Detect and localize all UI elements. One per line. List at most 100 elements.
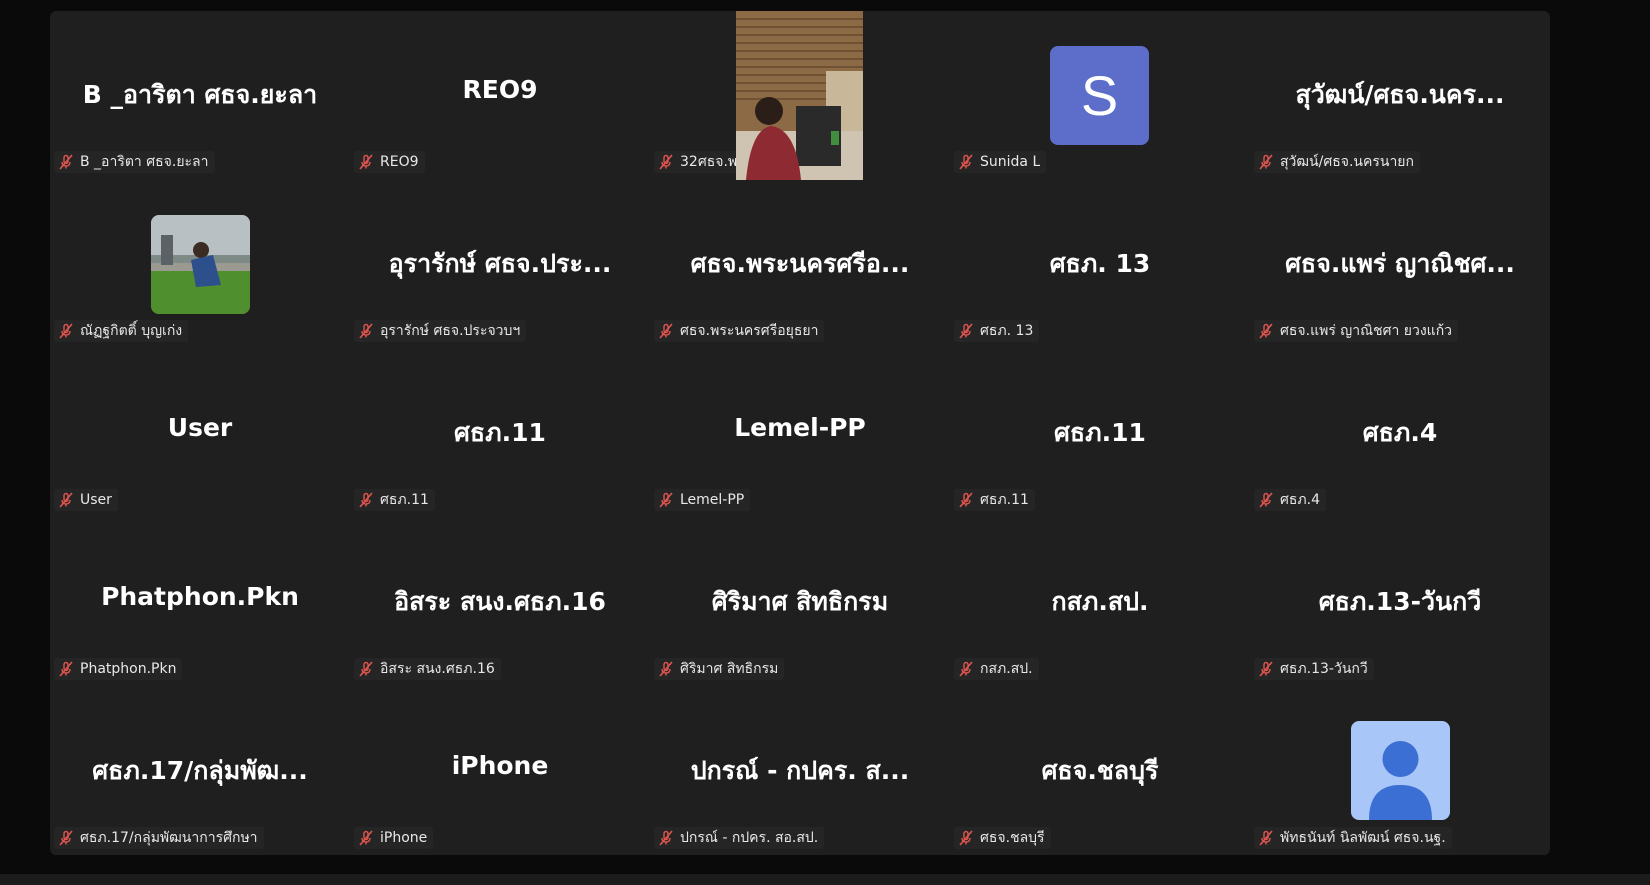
participant-tile[interactable]: สุวัฒน์/ศธจ.นคร... สุวัฒน์/ศธจ.นครนายก xyxy=(1250,11,1550,180)
avatar-initial: S xyxy=(1080,64,1119,127)
participant-name-label: ศธภ.13-วันกวี xyxy=(1280,661,1368,677)
participant-display-name: ศธจ.แพร่ ญาณิชศ... xyxy=(1285,249,1515,278)
participant-name-label: ณัฏฐกิตติ์ บุญเก่ง xyxy=(80,323,183,339)
participant-name-tag: iPhone xyxy=(354,827,434,849)
participant-tile[interactable]: ปกรณ์ - กปคร. ส... ปกรณ์ - กปคร. สอ.สป. xyxy=(650,687,950,856)
muted-mic-icon xyxy=(59,830,73,846)
muted-mic-icon xyxy=(959,830,973,846)
participant-display-name: อิสระ สนง.ศธภ.16 xyxy=(394,587,606,616)
participant-name-label: ศธภ. 13 xyxy=(980,323,1034,339)
participant-tile[interactable]: B _อาริตา ศธจ.ยะลา B _อาริตา ศธจ.ยะลา xyxy=(50,11,350,180)
muted-mic-icon xyxy=(959,661,973,677)
muted-mic-icon xyxy=(659,661,673,677)
participant-name-tag: ศธภ.11 xyxy=(354,489,435,511)
participant-display-name: ปกรณ์ - กปคร. ส... xyxy=(690,756,910,785)
participant-tile[interactable]: กสภ.สป. กสภ.สป. xyxy=(950,518,1250,687)
participant-tile[interactable]: Lemel-PP Lemel-PP xyxy=(650,349,950,518)
muted-mic-icon xyxy=(659,323,673,339)
participant-avatar-letter: S xyxy=(1050,46,1149,145)
participant-name-label: อิสระ สนง.ศธภ.16 xyxy=(380,661,495,677)
participant-name-label: ศธจ.ชลบุรี xyxy=(980,830,1045,846)
participant-tile[interactable]: ศธภ.13-วันกวี ศธภ.13-วันกวี xyxy=(1250,518,1550,687)
participant-name-label: ปกรณ์ - กปคร. สอ.สป. xyxy=(680,830,819,846)
participant-name-label: พัทธนันท์ นิลพัฒน์ ศธจ.นฐ. xyxy=(1280,830,1446,846)
participant-avatar-photo xyxy=(151,215,250,314)
participant-name-tag: ศิริมาศ สิทธิกรม xyxy=(654,658,785,680)
participant-name-label: ศธจ.แพร่ ญาณิชศา ยวงแก้ว xyxy=(1280,323,1453,339)
participant-tile[interactable]: ศธภ.17/กลุ่มพัฒ... ศธภ.17/กลุ่มพัฒนาการศึ… xyxy=(50,687,350,856)
participant-display-name: อุรารักษ์ ศธจ.ประ... xyxy=(388,249,612,278)
muted-mic-icon xyxy=(359,154,373,170)
muted-mic-icon xyxy=(1259,492,1273,508)
participant-video[interactable] xyxy=(736,11,863,180)
muted-mic-icon xyxy=(659,830,673,846)
muted-mic-icon xyxy=(659,154,673,170)
participant-tile[interactable]: ศิริมาศ สิทธิกรม ศิริมาศ สิทธิกรม xyxy=(650,518,950,687)
participant-tile[interactable]: ศธภ.4 ศธภ.4 xyxy=(1250,349,1550,518)
muted-mic-icon xyxy=(1259,323,1273,339)
participant-display-name: Lemel-PP xyxy=(734,413,866,442)
participant-name-label: Sunida L xyxy=(980,154,1041,170)
participant-name-tag: ศธจ.แพร่ ญาณิชศา ยวงแก้ว xyxy=(1254,320,1459,342)
participant-display-name: ศิริมาศ สิทธิกรม xyxy=(711,587,889,616)
gallery-view-panel: B _อาริตา ศธจ.ยะลา B _อาริตา ศธจ.ยะลา REO9… xyxy=(50,11,1550,855)
participant-name-tag: อิสระ สนง.ศธภ.16 xyxy=(354,658,501,680)
participant-name-label: ศิริมาศ สิทธิกรม xyxy=(680,661,779,677)
muted-mic-icon xyxy=(659,492,673,508)
participant-tile[interactable]: ศธจ.พระนครศรีอ... ศธจ.พระนครศรีอยุธยา xyxy=(650,180,950,349)
participant-display-name: สุวัฒน์/ศธจ.นคร... xyxy=(1295,80,1505,109)
participant-name-label: ศธภ.11 xyxy=(980,492,1029,508)
participant-display-name: REO9 xyxy=(462,75,538,104)
participant-name-tag: ศธภ.13-วันกวี xyxy=(1254,658,1374,680)
muted-mic-icon xyxy=(359,323,373,339)
participant-tile[interactable]: Phatphon.Pkn Phatphon.Pkn xyxy=(50,518,350,687)
participant-tile[interactable]: REO9 REO9 xyxy=(350,11,650,180)
participant-avatar-default-icon xyxy=(1351,721,1450,820)
participant-name-tag: Lemel-PP xyxy=(654,489,751,511)
participant-display-name: ศธภ.11 xyxy=(1054,418,1146,447)
participant-tile[interactable]: ศธภ.11 ศธภ.11 xyxy=(350,349,650,518)
participant-name-tag: ศธจ.ชลบุรี xyxy=(954,827,1051,849)
muted-mic-icon xyxy=(1259,154,1273,170)
participant-tile[interactable]: อุรารักษ์ ศธจ.ประ... อุรารักษ์ ศธจ.ประจวบ… xyxy=(350,180,650,349)
participant-tile[interactable]: User User xyxy=(50,349,350,518)
participant-tile[interactable]: ศธจ.ชลบุรี ศธจ.ชลบุรี xyxy=(950,687,1250,856)
participant-name-tag: ปกรณ์ - กปคร. สอ.สป. xyxy=(654,827,825,849)
participant-name-label: Phatphon.Pkn xyxy=(80,661,177,677)
participant-name-tag: B _อาริตา ศธจ.ยะลา xyxy=(54,151,215,173)
participant-name-label: Lemel-PP xyxy=(680,492,745,508)
participant-display-name: ศธภ.11 xyxy=(454,418,546,447)
participant-name-tag: ศธจ.พระนครศรีอยุธยา xyxy=(654,320,825,342)
participant-name-tag: พัทธนันท์ นิลพัฒน์ ศธจ.นฐ. xyxy=(1254,827,1452,849)
participant-tile[interactable]: ศธภ.11 ศธภ.11 xyxy=(950,349,1250,518)
participant-name-label: ศธภ.11 xyxy=(380,492,429,508)
participant-name-label: ศธจ.พระนครศรีอยุธยา xyxy=(680,323,819,339)
participant-name-label: อุรารักษ์ ศธจ.ประจวบฯ xyxy=(380,323,521,339)
bottom-toolbar-strip xyxy=(0,874,1650,885)
muted-mic-icon xyxy=(59,154,73,170)
participant-display-name: กสภ.สป. xyxy=(1051,587,1149,616)
participant-name-tag: ศธภ. 13 xyxy=(954,320,1040,342)
participant-display-name: B _อาริตา ศธจ.ยะลา xyxy=(82,80,318,109)
participant-name-label: REO9 xyxy=(380,154,419,170)
participant-name-label: ศธภ.4 xyxy=(1280,492,1321,508)
participant-display-name: ศธภ.4 xyxy=(1362,418,1438,447)
participant-tile[interactable]: ศธภ. 13 ศธภ. 13 xyxy=(950,180,1250,349)
participant-name-label: B _อาริตา ศธจ.ยะลา xyxy=(80,154,209,170)
muted-mic-icon xyxy=(359,830,373,846)
muted-mic-icon xyxy=(959,323,973,339)
participant-display-name: ศธภ.13-วันกวี xyxy=(1318,587,1482,616)
participant-tile[interactable]: iPhone iPhone xyxy=(350,687,650,856)
participant-name-tag: REO9 xyxy=(354,151,425,173)
participant-name-label: กสภ.สป. xyxy=(980,661,1033,677)
participant-tile[interactable]: อิสระ สนง.ศธภ.16 อิสระ สนง.ศธภ.16 xyxy=(350,518,650,687)
participant-name-tag: Sunida L xyxy=(954,151,1047,173)
participant-name-tag: ศธภ.17/กลุ่มพัฒนาการศึกษา xyxy=(54,827,264,849)
participant-name-tag: ศธภ.11 xyxy=(954,489,1035,511)
participant-name-tag: User xyxy=(54,489,118,511)
participant-name-label: iPhone xyxy=(380,830,428,846)
participant-name-tag: Phatphon.Pkn xyxy=(54,658,183,680)
muted-mic-icon xyxy=(959,492,973,508)
participant-tile[interactable]: ศธจ.แพร่ ญาณิชศ... ศธจ.แพร่ ญาณิชศา ยวงแก… xyxy=(1250,180,1550,349)
participant-display-name: ศธจ.ชลบุรี xyxy=(1041,756,1159,785)
